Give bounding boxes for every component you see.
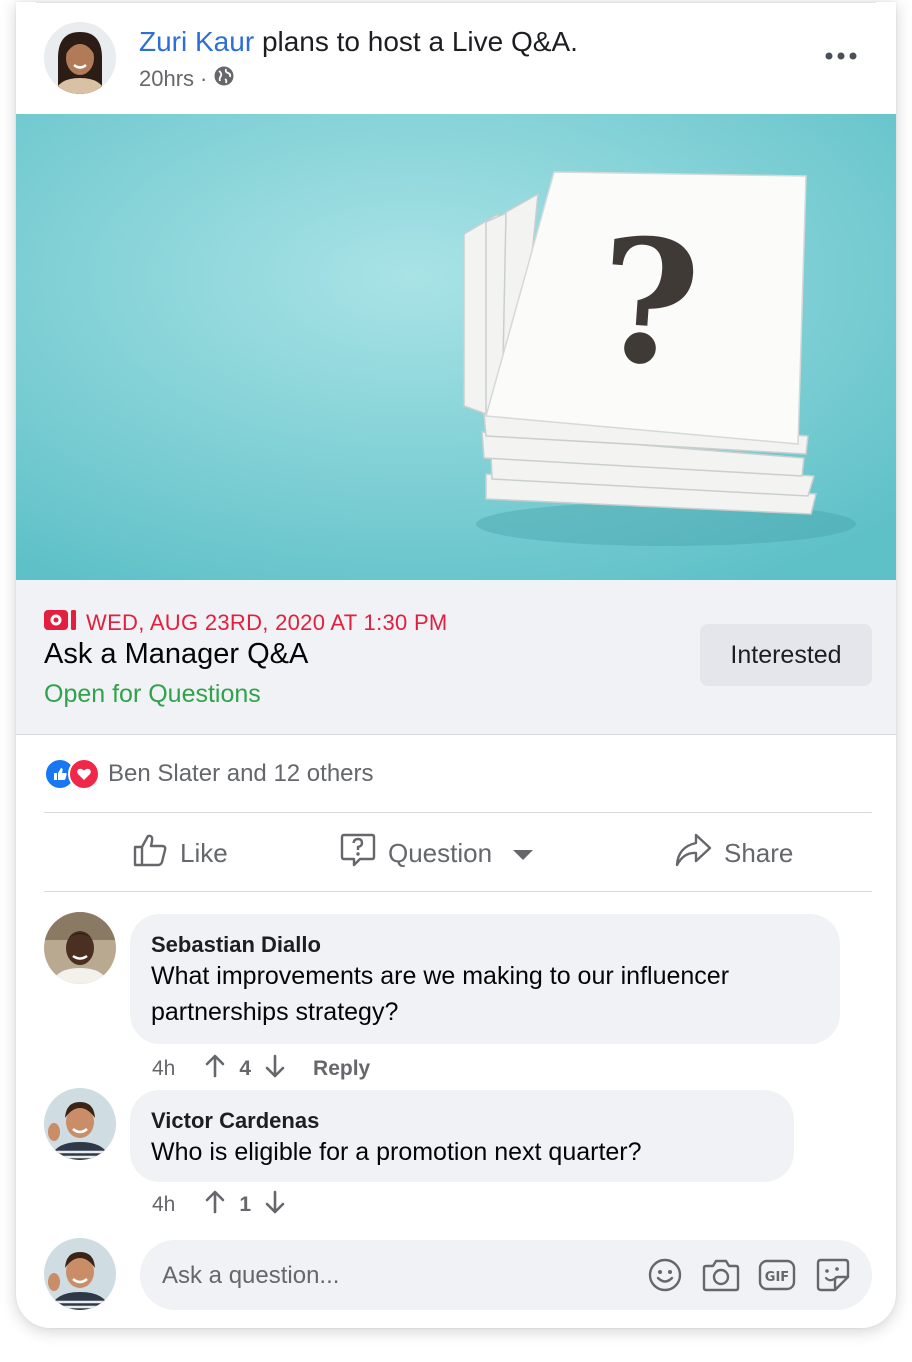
interested-button[interactable]: Interested: [700, 624, 872, 686]
question-label: Question: [388, 837, 493, 868]
thumbs-up-icon: [132, 832, 168, 875]
emoji-icon[interactable]: [646, 1256, 684, 1294]
like-button[interactable]: Like: [132, 814, 228, 892]
upvote-icon[interactable]: [205, 1054, 225, 1084]
camera-icon[interactable]: [702, 1256, 740, 1294]
divider-bottom: [44, 891, 872, 892]
comment-bubble: Sebastian Diallo What improvements are w…: [130, 914, 840, 1044]
event-title[interactable]: Ask a Manager Q&A: [44, 638, 308, 671]
question-composer: GIF: [140, 1240, 872, 1312]
comment-author[interactable]: Victor Cardenas: [151, 1108, 319, 1134]
meta-separator: ·: [200, 66, 208, 91]
post-action-text: plans to host a Live Q&A.: [261, 26, 578, 57]
post-card: Zuri Kaur plans to host a Live Q&A. 20hr…: [16, 2, 896, 1328]
reactions-text: Ben Slater and 12 others: [108, 760, 374, 787]
like-label: Like: [180, 837, 228, 868]
commenter-avatar[interactable]: [44, 912, 116, 984]
gif-icon[interactable]: GIF: [758, 1256, 796, 1294]
divider-top: [44, 812, 872, 813]
comment-text: Who is eligible for a promotion next qua…: [151, 1138, 642, 1166]
ask-question-input[interactable]: [160, 1240, 624, 1312]
svg-text:GIF: GIF: [765, 1270, 789, 1285]
event-status: Open for Questions: [44, 680, 261, 708]
comment-time: 4h: [152, 1057, 176, 1080]
event-date: WED, AUG 23RD, 2020 AT 1:30 PM: [86, 610, 448, 635]
reply-link[interactable]: Reply: [313, 1057, 370, 1081]
post-meta: 20hrs ·: [139, 65, 235, 93]
comment-author[interactable]: Sebastian Diallo: [151, 932, 321, 958]
comment-text: What improvements are we making to our i…: [151, 962, 730, 1026]
upvote-icon[interactable]: [205, 1190, 225, 1220]
share-arrow-icon: [674, 832, 712, 875]
more-options-icon[interactable]: [816, 38, 866, 74]
globe-icon: [213, 65, 235, 93]
post-time[interactable]: 20hrs: [139, 66, 194, 92]
author-avatar[interactable]: [44, 22, 116, 94]
downvote-icon[interactable]: [265, 1054, 285, 1084]
question-dropdown-icon[interactable]: [512, 838, 534, 869]
hero-question-mark: ?: [592, 200, 705, 406]
commenter-avatar[interactable]: [44, 1088, 116, 1160]
comment-bubble: Victor Cardenas Who is eligible for a pr…: [130, 1090, 794, 1182]
sticker-icon[interactable]: [814, 1256, 852, 1294]
reactions-summary[interactable]: Ben Slater and 12 others: [44, 758, 374, 790]
downvote-icon[interactable]: [265, 1190, 285, 1220]
share-label: Share: [724, 837, 794, 868]
event-cover-image[interactable]: ?: [16, 114, 896, 580]
question-bubble-icon: [340, 832, 376, 875]
event-details[interactable]: WED, AUG 23RD, 2020 AT 1:30 PM Ask a Man…: [16, 580, 896, 735]
card-top-divider: [36, 2, 876, 3]
vote-count: 1: [239, 1193, 252, 1216]
share-button[interactable]: Share: [674, 814, 793, 892]
action-bar: Like Question Share: [44, 814, 872, 892]
comment-meta: 4h 4 Reply: [152, 1054, 370, 1084]
question-button[interactable]: Question: [340, 814, 534, 892]
vote-count: 4: [239, 1057, 252, 1080]
post-header: Zuri Kaur plans to host a Live Q&A.: [139, 26, 578, 58]
love-reaction-icon: [68, 758, 100, 790]
live-video-icon: [44, 608, 78, 638]
comment-time: 4h: [152, 1193, 176, 1216]
author-name-link[interactable]: Zuri Kaur: [139, 26, 254, 57]
current-user-avatar[interactable]: [44, 1238, 116, 1310]
event-date-row: WED, AUG 23RD, 2020 AT 1:30 PM: [44, 608, 448, 638]
comment-meta: 4h 1: [152, 1190, 285, 1220]
